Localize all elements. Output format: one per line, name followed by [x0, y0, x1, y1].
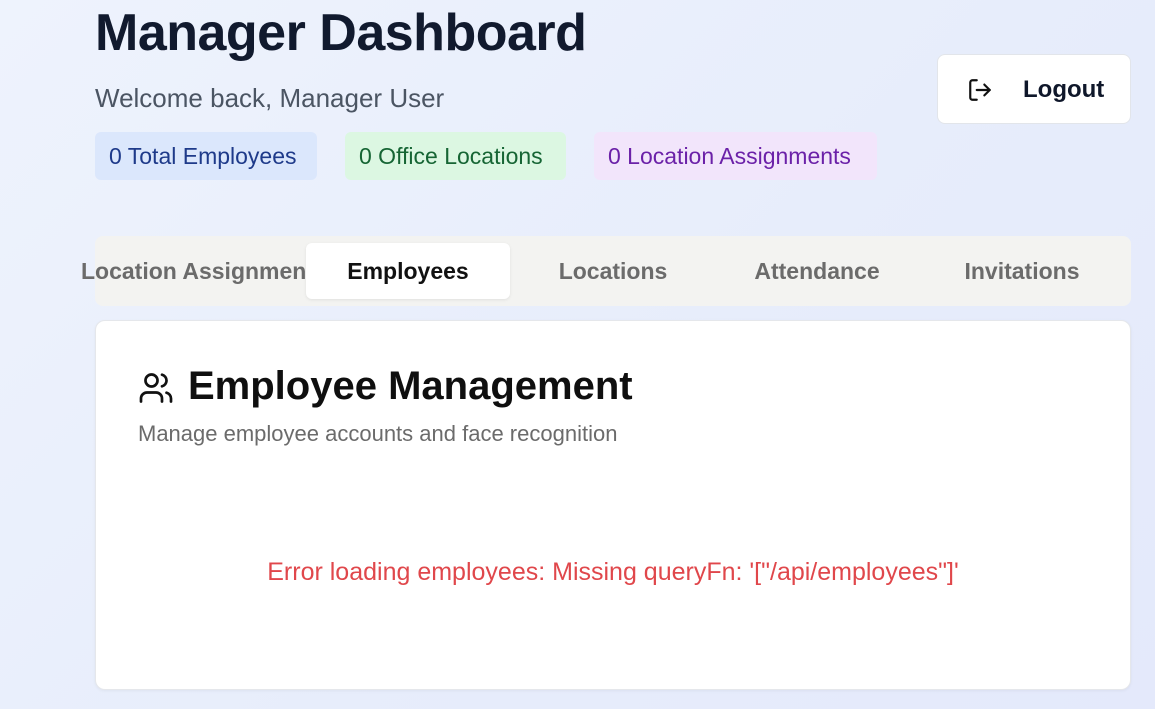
logout-label: Logout: [1023, 76, 1105, 103]
tab-invitations[interactable]: Invitations: [920, 243, 1124, 299]
tab-attendance[interactable]: Attendance: [715, 243, 919, 299]
employee-management-card: Employee Management Manage employee acco…: [95, 320, 1131, 690]
users-icon: [139, 373, 173, 403]
card-subtitle: Manage employee accounts and face recogn…: [138, 421, 618, 446]
error-message: Error loading employees: Missing queryFn…: [267, 558, 959, 586]
dashboard-tabs: Location Assignments Employees Locations…: [81, 236, 1131, 306]
office-locations-badge: 0 Office Locations: [345, 132, 566, 180]
tab-locations[interactable]: Locations: [511, 243, 715, 299]
card-title: Employee Management: [188, 364, 633, 408]
logout-icon: [969, 79, 991, 101]
tab-employees[interactable]: Employees: [306, 243, 510, 299]
tab-location-assignments[interactable]: Location Assignments: [81, 243, 307, 299]
welcome-message: Welcome back, Manager User: [95, 83, 445, 113]
total-employees-badge: 0 Total Employees: [95, 132, 317, 180]
location-assignments-badge: 0 Location Assignments: [594, 132, 877, 180]
logout-button[interactable]: Logout: [937, 54, 1131, 124]
page-title: Manager Dashboard: [95, 4, 587, 62]
